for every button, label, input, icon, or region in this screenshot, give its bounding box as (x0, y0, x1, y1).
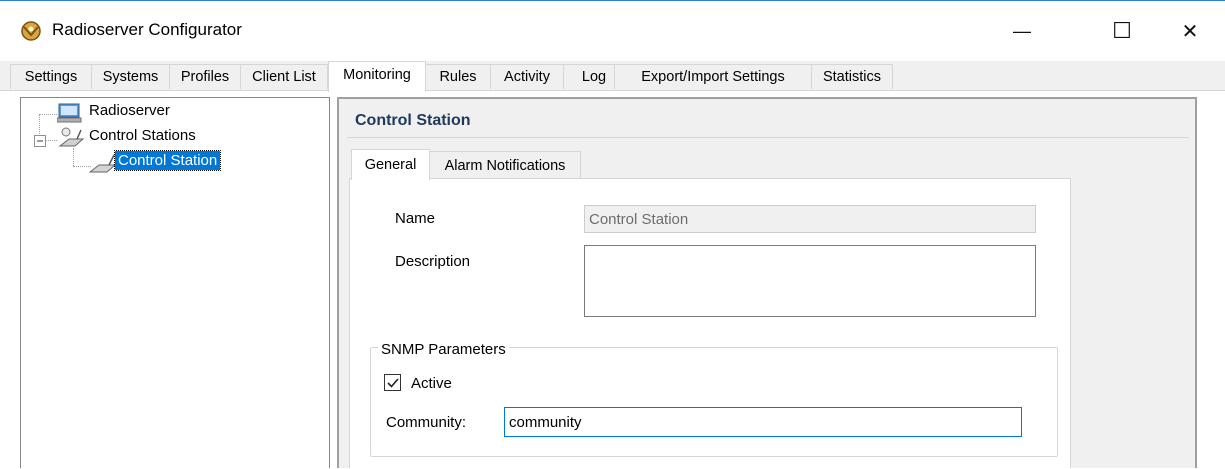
snmp-parameters-group (370, 347, 1058, 457)
collapse-icon[interactable] (34, 135, 46, 147)
tab-statistics[interactable]: Statistics (811, 64, 893, 89)
title-bar: Radioserver Configurator — ☐ ✕ (0, 1, 1225, 61)
tab-alarm-notifications[interactable]: Alarm Notifications (429, 151, 581, 179)
maximize-button[interactable]: ☐ (1088, 1, 1156, 61)
tab-monitoring[interactable]: Monitoring (328, 61, 426, 92)
monitoring-tree[interactable]: Radioserver Control Stations Control Sta… (20, 97, 330, 468)
radio-icon (88, 154, 117, 178)
tab-export-import-settings[interactable]: Export/Import Settings (614, 64, 812, 89)
tab-activity[interactable]: Activity (490, 64, 564, 89)
minimize-icon: — (1013, 20, 1031, 41)
description-label: Description (395, 253, 471, 270)
name-field[interactable]: Control Station (584, 205, 1036, 233)
tab-profiles[interactable]: Profiles (169, 64, 241, 89)
close-icon: ✕ (1181, 20, 1199, 43)
control-stations-icon (57, 126, 85, 152)
tab-client-list[interactable]: Client List (240, 64, 328, 89)
community-label: Community: (386, 414, 467, 431)
tree-item-control-stations[interactable]: Control Stations (89, 127, 196, 144)
active-label: Active (411, 375, 452, 392)
tab-general[interactable]: General (351, 149, 430, 180)
snmp-parameters-legend: SNMP Parameters (378, 341, 509, 358)
window-title: Radioserver Configurator (52, 20, 242, 39)
active-checkbox[interactable] (384, 374, 401, 391)
description-field[interactable] (584, 245, 1036, 317)
tab-settings[interactable]: Settings (10, 64, 92, 89)
heading-divider (347, 137, 1189, 138)
app-window: Radioserver Configurator — ☐ ✕ Settings … (0, 0, 1225, 469)
close-button[interactable]: ✕ (1156, 1, 1224, 61)
tree-item-radioserver[interactable]: Radioserver (89, 102, 170, 119)
minimize-button[interactable]: — (988, 1, 1056, 61)
tree-connector (39, 114, 40, 136)
tree-item-control-station[interactable]: Control Station (113, 150, 222, 171)
server-icon (56, 103, 83, 127)
tab-rules[interactable]: Rules (425, 64, 491, 89)
panel-heading: Control Station (355, 112, 471, 129)
name-label: Name (395, 210, 436, 227)
community-field[interactable]: community (504, 407, 1022, 437)
tab-systems[interactable]: Systems (91, 64, 170, 89)
maximize-icon: ☐ (1112, 18, 1132, 43)
app-logo-icon (20, 20, 42, 42)
tree-connector (45, 140, 57, 141)
tree-connector (39, 114, 57, 115)
checkmark-icon (387, 378, 399, 388)
